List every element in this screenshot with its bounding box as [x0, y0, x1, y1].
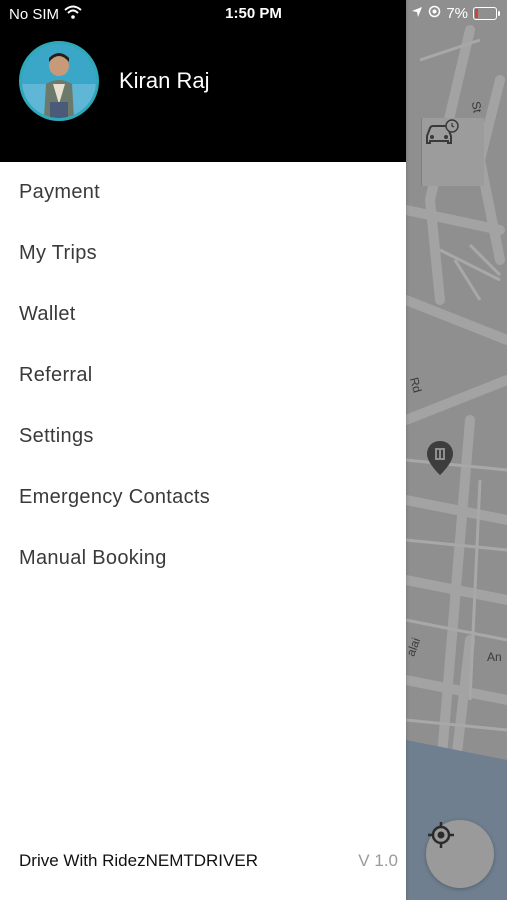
map-street-label: St: [468, 100, 485, 114]
ride-request-button[interactable]: [421, 118, 484, 186]
clock-time: 1:50 PM: [225, 5, 282, 22]
battery-icon: [473, 7, 500, 20]
status-bar: No SIM 1:50 PM 7%: [0, 0, 507, 28]
menu-item-manual-booking[interactable]: Manual Booking: [0, 528, 406, 589]
menu-item-my-trips[interactable]: My Trips: [0, 223, 406, 284]
footer-brand-text: Drive With RidezNEMTDRIVER: [19, 851, 258, 870]
drawer-menu: Payment My Trips Wallet Referral Setting…: [0, 162, 406, 589]
user-name: Kiran Raj: [119, 68, 210, 93]
app-version: V 1.0: [358, 851, 398, 870]
menu-item-emergency-contacts[interactable]: Emergency Contacts: [0, 467, 406, 528]
locate-me-button[interactable]: [426, 820, 494, 888]
battery-percent: 7%: [446, 5, 468, 22]
alarm-icon: [428, 5, 441, 22]
profile-photo: [22, 44, 96, 118]
navigation-drawer: Kiran Raj Payment My Trips Wallet Referr…: [0, 0, 406, 900]
menu-item-payment[interactable]: Payment: [0, 162, 406, 223]
menu-item-wallet[interactable]: Wallet: [0, 284, 406, 345]
avatar[interactable]: [19, 41, 99, 121]
menu-item-referral[interactable]: Referral: [0, 345, 406, 406]
location-arrow-icon: [411, 5, 423, 22]
map-street-label: An: [487, 650, 502, 664]
menu-item-settings[interactable]: Settings: [0, 406, 406, 467]
